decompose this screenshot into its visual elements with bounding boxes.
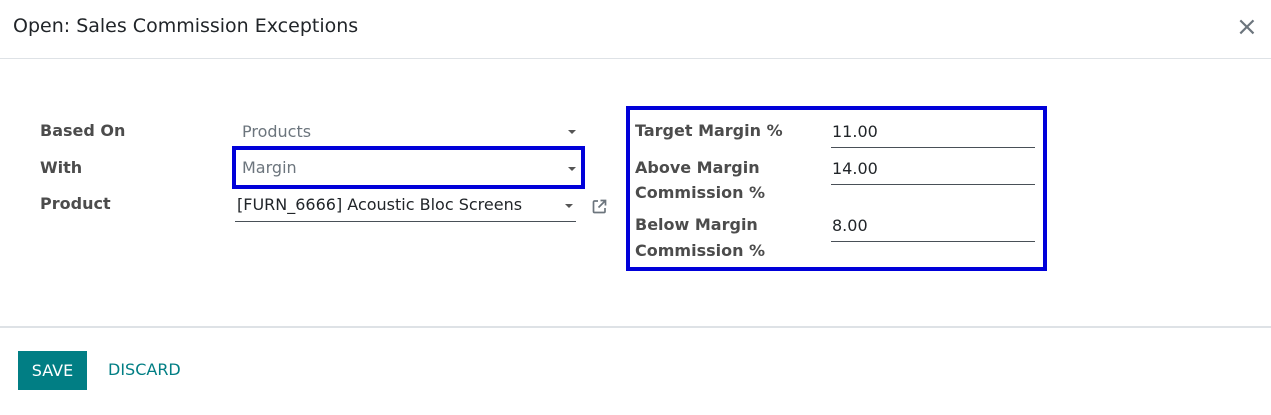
target-margin-input[interactable]: 11.00 [831,120,1035,148]
based-on-label: Based On [40,121,126,140]
dialog-header: Open: Sales Commission Exceptions × [0,0,1271,59]
target-margin-value: 11.00 [832,122,878,141]
above-margin-label-line1: Above Margin [635,158,760,177]
chevron-down-icon [568,130,576,134]
chevron-down-icon [565,204,573,208]
above-margin-value: 14.00 [832,159,878,178]
discard-button[interactable]: DISCARD [108,360,181,379]
product-value: [FURN_6666] Acoustic Bloc Screens [237,195,523,214]
above-margin-label-line2: Commission % [635,183,766,202]
below-margin-label-line1: Below Margin [635,215,758,234]
below-margin-input[interactable]: 8.00 [831,214,1035,242]
close-icon[interactable]: × [1236,12,1258,42]
below-margin-value: 8.00 [832,216,868,235]
below-margin-label-line2: Commission % [635,241,766,260]
above-margin-input[interactable]: 14.00 [831,157,1035,185]
with-label: With [40,158,83,177]
footer-divider [0,326,1271,328]
based-on-value: Products [242,122,312,141]
save-button[interactable]: SAVE [18,351,87,390]
based-on-select[interactable]: Products [236,120,578,147]
product-label: Product [40,194,111,213]
chevron-down-icon [568,167,576,171]
with-value: Margin [242,158,297,177]
product-input[interactable]: [FURN_6666] Acoustic Bloc Screens [235,193,576,222]
with-select[interactable]: Margin [236,156,578,183]
target-margin-label: Target Margin % [635,121,783,140]
external-link-icon[interactable] [591,198,608,215]
dialog-title: Open: Sales Commission Exceptions [13,15,359,37]
